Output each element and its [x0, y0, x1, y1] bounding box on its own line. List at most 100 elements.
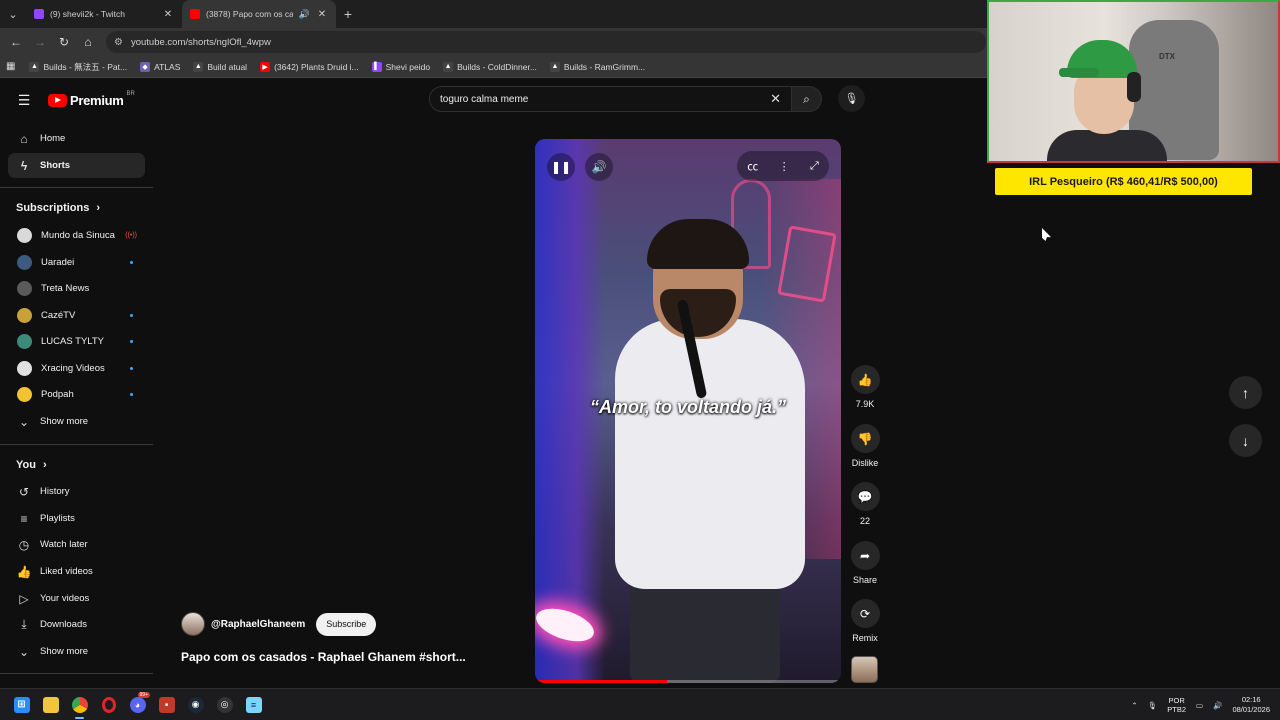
pause-button[interactable]: ❚❚ — [547, 153, 575, 181]
voice-search-button[interactable]: 🎙 — [838, 85, 865, 112]
previous-short-button[interactable]: ↑ — [1229, 376, 1262, 409]
taskbar-steam[interactable]: ◉ — [181, 689, 210, 720]
comment-icon: 💬 — [850, 482, 880, 511]
subscriptions-heading[interactable]: Subscriptions › — [16, 202, 100, 214]
youtube-logo[interactable]: Premium BR — [48, 91, 135, 108]
taskbar-app[interactable]: ◎ — [210, 689, 239, 720]
show-more-you[interactable]: ⌄ Show more — [8, 639, 145, 664]
avatar[interactable] — [181, 612, 205, 636]
start-button[interactable]: ⊞ — [7, 689, 36, 720]
sidebar-item-watch-later[interactable]: ◷ Watch later — [8, 532, 145, 557]
sidebar-item-subscription[interactable]: Xracing Videos — [8, 356, 145, 381]
bookmark-item[interactable]: ▲ Builds - ColdDinner... — [443, 61, 537, 72]
divider — [0, 673, 153, 674]
sidebar-item-your-videos[interactable]: ▷ Your videos — [8, 586, 145, 611]
address-bar[interactable]: ⚙ youtube.com/shorts/nglOfl_4wpw — [106, 31, 986, 53]
forward-icon[interactable]: → — [28, 35, 52, 49]
tab-youtube[interactable]: (3878) Papo com os casado 🔊 ✕ — [182, 0, 336, 28]
chevron-up-icon[interactable]: ⌃ — [1131, 701, 1137, 710]
close-icon[interactable]: ✕ — [770, 91, 781, 107]
captions-icon[interactable]: ㏄ — [747, 158, 758, 174]
twitch-icon — [34, 9, 44, 19]
speaker-icon[interactable]: 🔊 — [299, 9, 310, 20]
shorts-video-player[interactable]: “Amor, to voltando já.” ❚❚ 🔊 ㏄ ⋮ ⤢ — [535, 139, 841, 683]
avatar — [17, 255, 32, 270]
tab-search-icon[interactable]: ⌄ — [0, 0, 26, 28]
system-tray: ⌃ 🎙 POR PTB2 ▭ 🔊 02:16 08/01/2026 — [1131, 689, 1270, 720]
language-indicator[interactable]: POR PTB2 — [1167, 696, 1186, 714]
taskbar-app[interactable]: ■ — [152, 689, 181, 720]
sidebar-item-subscription[interactable]: Mundo da Sinuca ((•)) — [8, 223, 145, 248]
windows-icon: ⊞ — [13, 696, 30, 713]
sidebar-item-history[interactable]: ↺ History — [8, 479, 145, 504]
sidebar-item-playlists[interactable]: ≡ Playlists — [8, 506, 145, 531]
channel-name[interactable]: @RaphaelGhaneem — [211, 619, 305, 630]
sidebar-item-subscription[interactable]: Uaradei — [8, 250, 145, 275]
bookmark-item[interactable]: ▶ (3642) Plants Druid i... — [260, 61, 359, 72]
sidebar-item-subscription[interactable]: CazéTV — [8, 303, 145, 328]
share-button[interactable]: ➦ Share — [848, 541, 882, 585]
microphone-icon[interactable]: 🎙 — [1148, 701, 1158, 710]
bookmark-item[interactable]: ▲ Builds - RamGrimm... — [549, 61, 645, 72]
app-icon: ■ — [158, 696, 175, 713]
bookmark-item[interactable]: ▲ Builds - 無法五 - Pat... — [29, 61, 127, 73]
taskbar-file-explorer[interactable] — [36, 689, 65, 720]
taskbar-opera[interactable] — [94, 689, 123, 720]
subscribe-button[interactable]: Subscribe — [316, 612, 377, 636]
like-button[interactable]: 👍 7.9K — [848, 365, 882, 409]
home-icon: ⌂ — [20, 131, 28, 146]
clock[interactable]: 02:16 08/01/2026 — [1232, 695, 1270, 715]
apps-grid-icon[interactable]: ▦ — [6, 61, 15, 72]
back-icon[interactable]: ← — [4, 35, 28, 49]
sidebar-item-shorts[interactable]: ϟ Shorts — [8, 153, 145, 178]
close-icon[interactable]: ✕ — [162, 9, 174, 20]
address-text: youtube.com/shorts/nglOfl_4wpw — [130, 36, 271, 48]
bookmark-item[interactable]: ▲ Build atual — [193, 61, 247, 72]
taskbar-notepad[interactable]: ≡ — [239, 689, 268, 720]
sound-source-thumbnail[interactable] — [851, 656, 878, 683]
taskbar-discord[interactable]: ◕ 99+ — [123, 689, 152, 720]
volume-icon[interactable]: 🔊 — [1213, 701, 1222, 710]
chevron-right-icon: › — [42, 459, 47, 471]
sidebar-item-subscription[interactable]: Podpah — [8, 382, 145, 407]
search-button[interactable]: ⌕ — [792, 86, 822, 112]
tab-twitch[interactable]: (9) shevii2k - Twitch ✕ — [26, 0, 182, 28]
comments-button[interactable]: 💬 22 — [848, 482, 882, 526]
site-info-icon[interactable]: ⚙ — [114, 37, 123, 48]
avatar — [17, 281, 32, 296]
fullscreen-icon[interactable]: ⤢ — [810, 160, 819, 173]
dislike-button[interactable]: 👎 Dislike — [848, 424, 882, 468]
video-title[interactable]: Papo com os casados - Raphael Ghanem #sh… — [181, 650, 466, 664]
sidebar-item-home[interactable]: ⌂ Home — [8, 126, 145, 151]
bookmark-item[interactable]: ◆ ATLAS — [140, 61, 180, 72]
next-short-button[interactable]: ↓ — [1229, 424, 1262, 457]
reload-icon[interactable]: ↻ — [52, 35, 76, 49]
sidebar-item-subscription[interactable]: LUCAS TYLTY — [8, 329, 145, 354]
you-heading[interactable]: You › — [16, 459, 47, 471]
progress-bar[interactable] — [535, 680, 841, 683]
new-tab-button[interactable]: + — [336, 6, 360, 22]
remix-icon: ⟳ — [850, 599, 880, 628]
menu-icon[interactable]: ☰ — [0, 92, 48, 109]
show-more-subscriptions[interactable]: ⌄ Show more — [8, 409, 145, 434]
player-controls: ㏄ ⋮ ⤢ — [737, 151, 829, 181]
sidebar-item-liked-videos[interactable]: 👍 Liked videos — [8, 559, 145, 584]
comment-count: 22 — [859, 516, 870, 526]
search-query: toguro calma meme — [440, 93, 529, 105]
thumbs-down-icon: 👎 — [850, 424, 880, 453]
close-icon[interactable]: ✕ — [316, 9, 328, 20]
bookmark-item[interactable]: ▌ Shevi peido — [371, 61, 430, 72]
volume-button[interactable]: 🔊 — [585, 153, 613, 181]
more-vert-icon[interactable]: ⋮ — [779, 160, 790, 173]
remix-label: Remix — [852, 633, 878, 643]
obs-icon: ◎ — [216, 696, 233, 713]
dislike-label: Dislike — [851, 458, 879, 468]
network-icon[interactable]: ▭ — [1196, 701, 1203, 710]
search-input[interactable]: toguro calma meme ✕ — [429, 86, 792, 112]
remix-button[interactable]: ⟳ Remix — [848, 599, 882, 643]
taskbar-chrome[interactable] — [65, 689, 94, 720]
home-icon[interactable]: ⌂ — [76, 35, 100, 49]
sidebar-item-subscription[interactable]: Treta News — [8, 276, 145, 301]
sidebar-item-downloads[interactable]: ⤓ Downloads — [8, 612, 145, 637]
new-content-dot — [130, 314, 133, 317]
